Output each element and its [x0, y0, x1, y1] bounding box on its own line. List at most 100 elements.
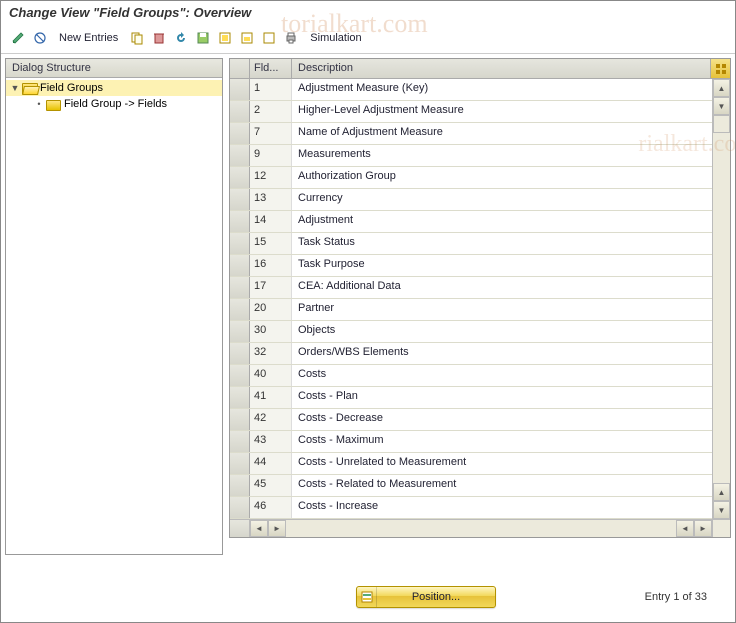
- horizontal-scrollbar[interactable]: ◄ ► ◄ ►: [230, 519, 730, 537]
- other-entry-icon[interactable]: [31, 29, 49, 47]
- toggle-display-change-icon[interactable]: [9, 29, 27, 47]
- cell-description[interactable]: Costs - Increase: [292, 497, 712, 518]
- cell-fld[interactable]: 12: [250, 167, 292, 188]
- cell-fld[interactable]: 43: [250, 431, 292, 452]
- row-selector[interactable]: [230, 387, 250, 408]
- cell-fld[interactable]: 13: [250, 189, 292, 210]
- table-row[interactable]: 9Measurements: [230, 145, 712, 167]
- table-row[interactable]: 45Costs - Related to Measurement: [230, 475, 712, 497]
- row-selector[interactable]: [230, 431, 250, 452]
- copy-icon[interactable]: [128, 29, 146, 47]
- expand-collapse-icon[interactable]: ▼: [10, 83, 20, 93]
- cell-fld[interactable]: 45: [250, 475, 292, 496]
- cell-fld[interactable]: 1: [250, 79, 292, 100]
- table-row[interactable]: 13Currency: [230, 189, 712, 211]
- table-row[interactable]: 46Costs - Increase: [230, 497, 712, 519]
- row-selector[interactable]: [230, 255, 250, 276]
- cell-description[interactable]: Partner: [292, 299, 712, 320]
- cell-description[interactable]: Currency: [292, 189, 712, 210]
- cell-description[interactable]: Objects: [292, 321, 712, 342]
- row-selector[interactable]: [230, 409, 250, 430]
- row-selector[interactable]: [230, 211, 250, 232]
- cell-fld[interactable]: 44: [250, 453, 292, 474]
- row-selector[interactable]: [230, 497, 250, 518]
- cell-fld[interactable]: 42: [250, 409, 292, 430]
- cell-fld[interactable]: 9: [250, 145, 292, 166]
- cell-description[interactable]: Authorization Group: [292, 167, 712, 188]
- cell-description[interactable]: Adjustment Measure (Key): [292, 79, 712, 100]
- table-row[interactable]: 2Higher-Level Adjustment Measure: [230, 101, 712, 123]
- table-row[interactable]: 43Costs - Maximum: [230, 431, 712, 453]
- table-row[interactable]: 20Partner: [230, 299, 712, 321]
- row-selector[interactable]: [230, 321, 250, 342]
- cell-fld[interactable]: 40: [250, 365, 292, 386]
- save-icon[interactable]: [194, 29, 212, 47]
- cell-fld[interactable]: 32: [250, 343, 292, 364]
- col-selector[interactable]: [230, 59, 250, 78]
- table-row[interactable]: 17CEA: Additional Data: [230, 277, 712, 299]
- scroll-right-end-button[interactable]: ►: [694, 520, 712, 537]
- tree-node-field-groups[interactable]: ▼ Field Groups: [6, 80, 222, 96]
- col-header-fld[interactable]: Fld...: [250, 59, 292, 78]
- table-settings-button[interactable]: [710, 59, 730, 78]
- undo-icon[interactable]: [172, 29, 190, 47]
- row-selector[interactable]: [230, 101, 250, 122]
- select-block-icon[interactable]: [238, 29, 256, 47]
- cell-description[interactable]: Costs - Decrease: [292, 409, 712, 430]
- cell-fld[interactable]: 17: [250, 277, 292, 298]
- new-entries-button[interactable]: New Entries: [53, 30, 124, 46]
- cell-fld[interactable]: 16: [250, 255, 292, 276]
- col-header-description[interactable]: Description: [292, 59, 710, 78]
- cell-fld[interactable]: 46: [250, 497, 292, 518]
- row-selector[interactable]: [230, 453, 250, 474]
- table-row[interactable]: 30Objects: [230, 321, 712, 343]
- cell-description[interactable]: CEA: Additional Data: [292, 277, 712, 298]
- table-row[interactable]: 41Costs - Plan: [230, 387, 712, 409]
- row-selector[interactable]: [230, 277, 250, 298]
- print-icon[interactable]: [282, 29, 300, 47]
- scroll-pgup-button[interactable]: ▲: [713, 483, 730, 501]
- table-row[interactable]: 12Authorization Group: [230, 167, 712, 189]
- row-selector[interactable]: [230, 365, 250, 386]
- tree-node-field-group-fields[interactable]: • Field Group -> Fields: [6, 96, 222, 112]
- deselect-all-icon[interactable]: [260, 29, 278, 47]
- table-row[interactable]: 16Task Purpose: [230, 255, 712, 277]
- table-row[interactable]: 32Orders/WBS Elements: [230, 343, 712, 365]
- cell-description[interactable]: Adjustment: [292, 211, 712, 232]
- cell-fld[interactable]: 15: [250, 233, 292, 254]
- cell-description[interactable]: Orders/WBS Elements: [292, 343, 712, 364]
- row-selector[interactable]: [230, 145, 250, 166]
- row-selector[interactable]: [230, 167, 250, 188]
- cell-fld[interactable]: 20: [250, 299, 292, 320]
- cell-description[interactable]: Costs - Maximum: [292, 431, 712, 452]
- cell-fld[interactable]: 7: [250, 123, 292, 144]
- cell-description[interactable]: Measurements: [292, 145, 712, 166]
- table-row[interactable]: 44Costs - Unrelated to Measurement: [230, 453, 712, 475]
- scroll-pgdn-button[interactable]: ▼: [713, 501, 730, 519]
- position-button[interactable]: Position...: [356, 586, 496, 608]
- cell-fld[interactable]: 2: [250, 101, 292, 122]
- scroll-right-button[interactable]: ►: [268, 520, 286, 537]
- cell-description[interactable]: Task Purpose: [292, 255, 712, 276]
- scroll-left-button[interactable]: ◄: [250, 520, 268, 537]
- table-row[interactable]: 42Costs - Decrease: [230, 409, 712, 431]
- table-row[interactable]: 15Task Status: [230, 233, 712, 255]
- cell-description[interactable]: Costs - Unrelated to Measurement: [292, 453, 712, 474]
- row-selector[interactable]: [230, 299, 250, 320]
- delete-icon[interactable]: [150, 29, 168, 47]
- cell-description[interactable]: Costs: [292, 365, 712, 386]
- row-selector[interactable]: [230, 79, 250, 100]
- row-selector[interactable]: [230, 475, 250, 496]
- scroll-up-button[interactable]: ▲: [713, 79, 730, 97]
- cell-description[interactable]: Higher-Level Adjustment Measure: [292, 101, 712, 122]
- row-selector[interactable]: [230, 123, 250, 144]
- cell-fld[interactable]: 41: [250, 387, 292, 408]
- scroll-down-button[interactable]: ▼: [713, 97, 730, 115]
- table-row[interactable]: 14Adjustment: [230, 211, 712, 233]
- row-selector[interactable]: [230, 233, 250, 254]
- cell-description[interactable]: Costs - Plan: [292, 387, 712, 408]
- select-all-icon[interactable]: [216, 29, 234, 47]
- cell-fld[interactable]: 14: [250, 211, 292, 232]
- row-selector[interactable]: [230, 189, 250, 210]
- table-row[interactable]: 40Costs: [230, 365, 712, 387]
